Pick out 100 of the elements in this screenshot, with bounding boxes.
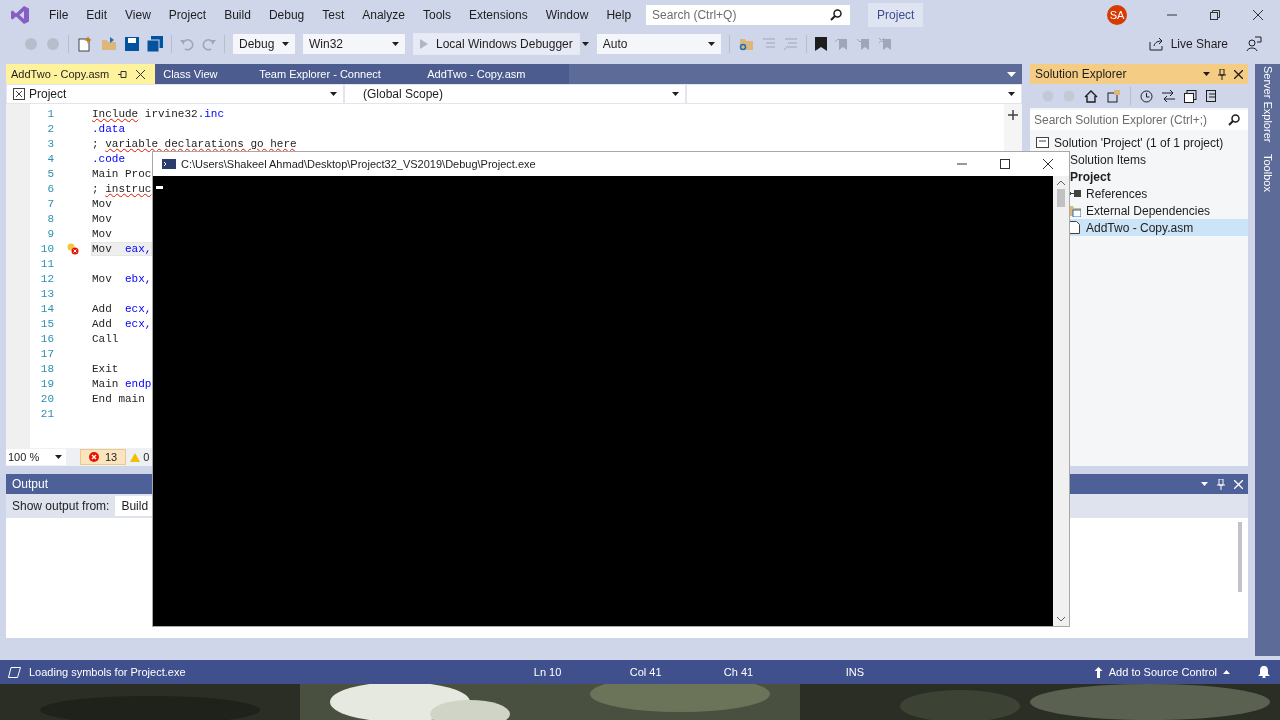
menu-item[interactable]: Extensions [460, 4, 537, 26]
line-number: 17 [39, 347, 54, 360]
code-line: ; instruc [92, 182, 152, 195]
line-number: 2 [46, 122, 54, 135]
configuration-dropdown[interactable]: Debug [233, 34, 295, 54]
document-tab[interactable]: AddTwo - Copy.asm [417, 64, 570, 84]
line-number: 11 [39, 257, 54, 270]
column-indicator: Col 41 [629, 666, 663, 678]
menu-item[interactable]: File [40, 4, 78, 26]
tree-item[interactable]: Solution 'Project' (1 of 1 project) [1030, 134, 1248, 151]
line-number: 13 [39, 287, 54, 300]
search-field[interactable]: Search Solution Explorer (Ctrl+;) [1030, 110, 1248, 130]
caret-icon [1008, 92, 1015, 96]
menu-item[interactable]: Edit [77, 4, 117, 26]
menu-item[interactable]: View [116, 4, 160, 26]
line-number: 6 [46, 182, 54, 195]
pin-icon[interactable] [118, 69, 128, 79]
scope-dropdown[interactable]: (Global Scope) [344, 84, 686, 104]
caret-icon [707, 42, 715, 46]
code-line: Mov [92, 212, 113, 225]
platform-dropdown[interactable]: Win32 [303, 34, 405, 54]
output-window-icon [8, 666, 21, 678]
search-icon [830, 9, 843, 21]
tab-list-caret-icon[interactable] [1007, 71, 1016, 77]
output-source-label: Show output from: [12, 499, 110, 513]
warning-count[interactable]: 0 [130, 451, 150, 463]
collapse-icon[interactable] [1184, 89, 1197, 103]
search-field[interactable]: Search (Ctrl+Q) [646, 5, 851, 25]
menu-item[interactable]: Help [597, 4, 641, 26]
menu-item[interactable]: Tools [413, 4, 460, 26]
caret-icon [1223, 670, 1230, 674]
search-icon [1228, 114, 1240, 126]
line-number: 18 [39, 362, 54, 375]
line-number: 16 [39, 332, 54, 345]
line-number: 4 [46, 152, 54, 165]
code-line: .code [92, 152, 126, 165]
save-icon[interactable] [125, 37, 139, 51]
scroll-up-icon[interactable] [1057, 180, 1065, 185]
feedback-icon[interactable] [1246, 36, 1262, 52]
solution-config-dropdown[interactable]: Auto [596, 34, 721, 54]
close-icon[interactable] [1253, 10, 1263, 20]
save-all-icon[interactable] [147, 36, 163, 52]
sync-icon[interactable] [1162, 90, 1175, 102]
menu-item[interactable]: Project [159, 4, 216, 26]
side-tab[interactable]: Server Explorer [1261, 66, 1274, 143]
caret-icon [282, 42, 289, 46]
split-icon[interactable] [1008, 110, 1018, 120]
caret-icon [330, 92, 337, 96]
document-tab[interactable]: Class View [155, 64, 252, 84]
line-number: 5 [46, 167, 54, 180]
dropdown-icon[interactable] [1203, 72, 1210, 76]
scroll-down-icon[interactable] [1057, 617, 1065, 622]
code-line: .data [92, 122, 126, 135]
scrollbar-thumb[interactable] [1057, 189, 1065, 207]
search-input[interactable]: Search Solution Explorer (Ctrl+;) [1034, 113, 1224, 127]
maximize-icon[interactable] [1000, 159, 1010, 169]
project-icon [13, 88, 25, 100]
code-line: Add ecx, [92, 317, 152, 330]
notification-bell-icon[interactable] [1258, 666, 1270, 678]
char-indicator: Ch 41 [723, 666, 755, 678]
logo-icon[interactable] [10, 5, 30, 25]
menu-item[interactable]: Window [536, 4, 598, 26]
pin-icon[interactable] [1218, 68, 1226, 80]
caret-icon [55, 455, 62, 459]
close-icon[interactable] [136, 69, 146, 79]
line-number: 9 [46, 227, 54, 240]
home-icon[interactable] [1084, 89, 1098, 103]
tree-item[interactable]: References [1030, 185, 1248, 202]
zoom-dropdown[interactable]: 100 % [6, 449, 66, 465]
menu-item[interactable]: Build [215, 4, 260, 26]
avatar[interactable]: SA [1107, 5, 1127, 25]
live-share-button[interactable]: Live Share [1148, 37, 1228, 51]
caret-icon [392, 42, 399, 46]
line-number: 8 [46, 212, 54, 225]
caret-icon [672, 92, 679, 96]
menu-item[interactable]: Analyze [353, 4, 414, 26]
switch-views-icon[interactable] [1107, 89, 1121, 103]
close-icon[interactable] [1043, 159, 1053, 169]
history-icon[interactable] [1140, 89, 1153, 103]
dropdown-icon[interactable] [1201, 482, 1208, 486]
caret-icon[interactable] [581, 42, 589, 46]
start-debugger-button[interactable]: Local Windows Debugger [413, 33, 580, 55]
source-control-button[interactable]: Add to Source Control [1093, 666, 1230, 678]
menu-item[interactable]: Test [313, 4, 354, 26]
find-in-files-icon[interactable] [737, 36, 754, 52]
folder-icon[interactable] [101, 36, 117, 52]
copy-icon[interactable] [1206, 89, 1219, 103]
line-number: 19 [39, 377, 54, 390]
restore-icon[interactable] [1210, 10, 1220, 20]
project-dropdown[interactable]: Project [6, 84, 344, 104]
scrollbar-thumb[interactable] [1238, 522, 1242, 592]
bookmark-icon[interactable] [814, 37, 827, 51]
document-tab[interactable]: Team Explorer - Connect [251, 64, 418, 84]
error-count[interactable]: 13 [80, 449, 127, 465]
search-input[interactable]: Search (Ctrl+Q) [652, 8, 831, 22]
new-item-icon[interactable] [77, 36, 93, 52]
close-icon[interactable] [1234, 69, 1243, 79]
side-tab[interactable]: Toolbox [1261, 154, 1274, 193]
menu-item[interactable]: Debug [259, 4, 314, 26]
document-tab[interactable]: AddTwo - Copy.asm [6, 64, 156, 84]
